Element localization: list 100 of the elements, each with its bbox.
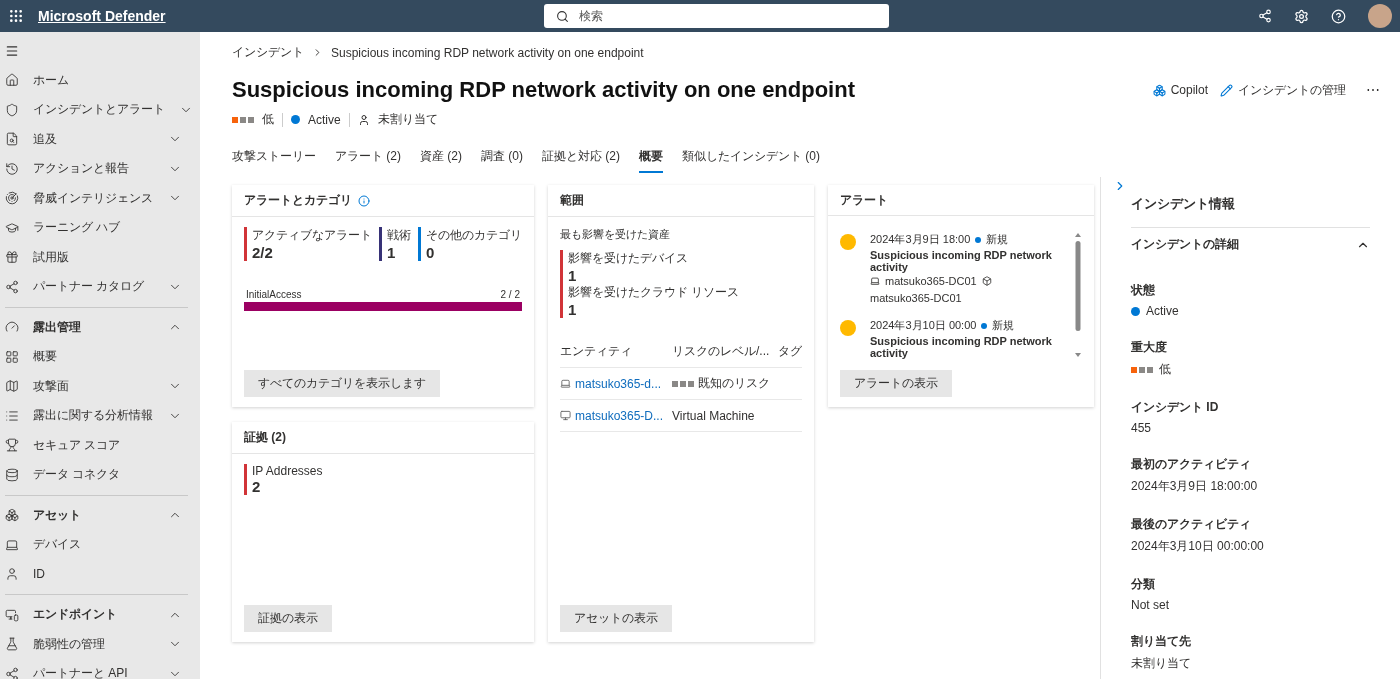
stat-label: その他のカテゴリ: [426, 227, 522, 244]
graduation-cap-icon: [5, 220, 19, 235]
person-icon: [5, 567, 19, 582]
sidebar-item[interactable]: エンドポイント: [0, 600, 200, 630]
sidebar-item[interactable]: アセット: [0, 500, 200, 530]
home-icon: [5, 73, 19, 88]
tab[interactable]: 調査 (0): [481, 148, 523, 173]
column-header[interactable]: タグ: [778, 343, 802, 360]
sidebar-item[interactable]: デバイス: [0, 530, 200, 560]
severity-icon: [232, 116, 254, 123]
entity-link[interactable]: matsuko365-d...: [575, 376, 662, 391]
sidebar-item[interactable]: ID: [0, 559, 200, 589]
info-icon[interactable]: [358, 194, 370, 207]
alert-status: 新規: [992, 318, 1015, 333]
alert-title[interactable]: Suspicious incoming RDP network activity: [870, 335, 1064, 359]
details-section-header[interactable]: インシデントの詳細: [1131, 228, 1370, 261]
sidebar-item[interactable]: パートナー カタログ: [0, 272, 200, 302]
nodes-icon: [5, 666, 19, 679]
field-label: 分類: [1131, 576, 1156, 593]
sidebar-item[interactable]: 脅威インテリジェンス: [0, 183, 200, 213]
entity-link[interactable]: matsuko365-D...: [575, 408, 664, 423]
flask-icon: [5, 637, 19, 652]
grid-icon: [5, 349, 19, 364]
incident-title: Suspicious incoming RDP network activity on one endpoint: [232, 77, 855, 103]
sidebar-item[interactable]: パートナーと API: [0, 659, 200, 679]
alert-time: 2024年3月10日 00:00: [870, 318, 977, 333]
file-search-icon: [5, 132, 19, 147]
tab[interactable]: 証拠と対応 (2): [542, 148, 620, 173]
breadcrumb-link[interactable]: インシデント: [232, 44, 304, 61]
tab[interactable]: アラート (2): [335, 148, 401, 173]
radar-icon: [5, 191, 19, 206]
stat-label: アクティブなアラート: [252, 227, 372, 244]
sidebar-item[interactable]: セキュア スコア: [0, 430, 200, 460]
sidebar-item[interactable]: アクションと報告: [0, 154, 200, 184]
view-alerts-button[interactable]: アラートの表示: [840, 370, 952, 397]
field-value: 2024年3月10日 00:00:00: [1131, 538, 1264, 555]
status-dot: [1131, 306, 1140, 316]
person-icon: [357, 113, 370, 126]
tab[interactable]: 資産 (2): [420, 148, 462, 173]
breadcrumb-link[interactable]: Suspicious incoming RDP network activity on one endpoint: [331, 45, 644, 60]
sidebar-item[interactable]: 露出に関する分析情報: [0, 401, 200, 431]
more-button[interactable]: ⋯: [1366, 82, 1380, 98]
field-value: 未割り当て: [1131, 655, 1191, 672]
tab[interactable]: 攻撃ストーリー: [232, 148, 316, 173]
cube-icon: [981, 276, 992, 286]
list-icon: [5, 408, 19, 423]
sidebar-item[interactable]: ラーニング ハブ: [0, 213, 200, 243]
view-assets-button[interactable]: アセットの表示: [560, 605, 672, 632]
search-field[interactable]: 検索: [543, 4, 889, 28]
status-dot: [975, 236, 982, 243]
app-name[interactable]: Microsoft Defender: [38, 8, 166, 24]
risk-level-text: 既知のリスク: [698, 375, 770, 392]
bar-label: InitialAccess: [246, 289, 302, 300]
sidebar-item[interactable]: 露出管理: [0, 312, 200, 342]
stat-value: 2/2: [252, 244, 274, 261]
gauge-icon: [5, 320, 19, 335]
sidebar-item[interactable]: ホーム: [0, 65, 200, 95]
stat-value: 1: [568, 267, 578, 284]
resource-name: matsuko365-DC01: [870, 292, 962, 304]
field-label: 状態: [1131, 282, 1156, 299]
settings-icon[interactable]: [1294, 8, 1309, 24]
column-header[interactable]: リスクのレベル/...: [672, 343, 776, 360]
card-title: アラート: [840, 191, 888, 209]
avatar[interactable]: [1368, 4, 1392, 28]
status-text: Active: [308, 112, 341, 127]
manage-incident-button[interactable]: インシデントの管理: [1220, 81, 1346, 99]
laptop-icon: [5, 537, 19, 552]
stat-label: 影響を受けたデバイス: [568, 250, 689, 267]
sidebar-item[interactable]: 追及: [0, 124, 200, 154]
database-icon: [5, 467, 19, 482]
sidebar-item[interactable]: 試用版: [0, 242, 200, 272]
search-icon: [555, 9, 569, 23]
sidebar-item[interactable]: データ コネクタ: [0, 460, 200, 490]
sidebar-item[interactable]: 脆弱性の管理: [0, 629, 200, 659]
copilot-button[interactable]: Copilot: [1152, 83, 1208, 97]
sidebar-item[interactable]: 攻撃面: [0, 371, 200, 401]
field-value: Active: [1146, 304, 1179, 318]
timeline-dot: [840, 320, 856, 336]
bar-count: 2 / 2: [500, 289, 520, 300]
view-evidence-button[interactable]: 証拠の表示: [244, 605, 332, 632]
status-dot: [291, 115, 300, 124]
field-value: 低: [1159, 361, 1171, 378]
column-header[interactable]: エンティティ: [560, 343, 670, 360]
share-icon[interactable]: [1258, 9, 1272, 23]
app-launcher-icon[interactable]: [8, 8, 24, 24]
tab[interactable]: 類似したインシデント (0): [682, 148, 820, 173]
card-title: アラートとカテゴリ: [244, 192, 352, 209]
card-title: 証拠 (2): [244, 429, 286, 446]
assignee-text: 未割り当て: [377, 111, 438, 128]
severity-icon: [1131, 366, 1153, 373]
timeline-dot: [840, 234, 856, 250]
view-categories-button[interactable]: すべてのカテゴリを表示します: [244, 370, 440, 397]
alert-status: 新規: [986, 232, 1009, 247]
sidebar-item[interactable]: 概要: [0, 342, 200, 372]
tab[interactable]: 概要: [639, 148, 663, 173]
stat-value: 1: [568, 301, 578, 318]
field-label: 最初のアクティビティ: [1131, 456, 1252, 473]
help-icon[interactable]: [1331, 8, 1346, 24]
sidebar-item[interactable]: インシデントとアラート: [0, 95, 200, 125]
field-label: 最後のアクティビティ: [1131, 516, 1252, 533]
